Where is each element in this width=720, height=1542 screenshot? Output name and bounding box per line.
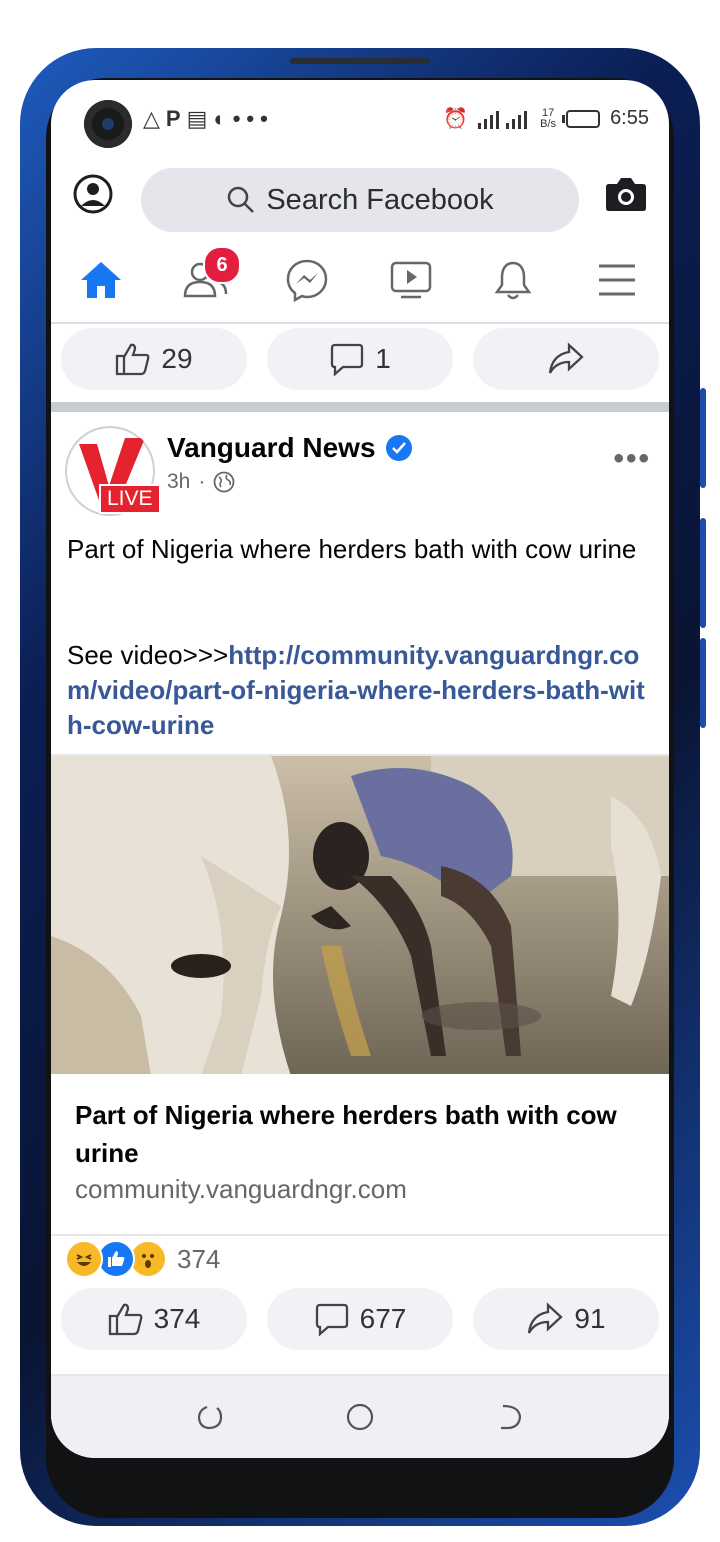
thumbs-up-icon [108,1303,143,1336]
like-count: 29 [161,343,193,374]
post-like-button[interactable]: 374 [61,1288,247,1350]
reaction-count: 374 [177,1243,221,1274]
alarm-icon: ⏰ [443,108,469,130]
friends-badge: 6 [203,246,241,284]
share-icon [528,1302,564,1334]
post-comment-count: 677 [359,1303,407,1334]
tab-notifications[interactable] [483,250,543,310]
comment-button[interactable]: 1 [267,328,453,390]
comment-icon [315,1303,348,1336]
globe-icon [213,471,235,493]
warning-icon: △ [143,106,166,131]
volume-button [700,518,706,628]
link-card-title[interactable]: Part of Nigeria where herders bath with … [75,1096,655,1172]
share-icon [548,342,584,374]
more-notifications-icon: ••• [232,106,274,131]
p-app-icon: P [165,106,187,131]
haha-icon [65,1240,103,1278]
status-bar: △P▤◐••• ⏰ 17 B/s 6:55 [51,80,669,164]
link-preview-card[interactable]: Part of Nigeria where herders bath with … [51,1074,669,1236]
tab-friends[interactable]: 6 [175,246,241,310]
see-video-prefix: See video>>> [67,640,229,670]
meta-separator: · [198,470,206,493]
tab-home[interactable] [71,250,131,310]
feed-divider [51,402,669,412]
reactions-summary[interactable]: 374 [65,1240,220,1278]
earpiece-speaker [290,58,430,64]
post-like-count: 374 [153,1303,201,1334]
back-icon[interactable] [495,1402,525,1432]
profile-icon[interactable] [73,174,113,214]
front-camera [84,100,132,148]
signal-icon [478,110,528,129]
recent-apps-icon[interactable] [195,1402,225,1432]
more-options-icon[interactable]: ••• [613,442,651,476]
search-placeholder: Search Facebook [266,183,494,216]
post-share-button[interactable]: 91 [473,1288,659,1350]
tab-messenger[interactable] [277,250,337,310]
tab-bar: 6 [51,242,669,324]
status-right: ⏰ 17 B/s 6:55 [443,106,649,131]
video-thumbnail-image [51,756,669,1076]
camera-icon[interactable] [605,176,647,212]
net-speed: 17 B/s [540,106,557,130]
post-video-thumbnail[interactable] [51,754,669,1076]
menu-icon [599,264,635,296]
post-time[interactable]: 3h [167,470,190,494]
comment-icon [331,343,364,376]
author-name[interactable]: Vanguard News [167,432,376,464]
like-button[interactable]: 29 [61,328,247,390]
post-comment-button[interactable]: 677 [267,1288,453,1350]
live-badge: LIVE [99,484,161,514]
post-author[interactable]: Vanguard News [167,432,412,464]
battery-icon [562,109,601,128]
home-button-icon[interactable] [345,1402,375,1432]
link-card-domain: community.vanguardngr.com [75,1174,407,1204]
system-nav-bar [51,1374,669,1458]
power-button [700,638,706,728]
volume-button [700,388,706,488]
net-speed-value: 17 [541,106,555,119]
post-text-link-line: See video>>>http://community.vanguardngr… [67,638,657,743]
screen: △P▤◐••• ⏰ 17 B/s 6:55 Search Facebook 6 … [51,80,669,1458]
search-icon [228,186,255,213]
app-icon: ◐ [213,106,233,131]
post-meta: 3h · [167,470,235,494]
verified-icon [385,435,412,461]
app-header: Search Facebook [51,164,669,242]
tab-watch[interactable] [381,250,441,310]
post-text: Part of Nigeria where herders bath with … [67,534,637,564]
watch-icon [390,261,432,299]
post-share-count: 91 [574,1303,606,1334]
clock: 6:55 [610,107,649,129]
share-button[interactable] [473,328,659,390]
tab-menu[interactable] [587,250,647,310]
search-bar[interactable]: Search Facebook [141,168,579,232]
net-speed-unit: B/s [540,117,557,130]
bell-icon [494,261,532,300]
messenger-icon [286,259,328,302]
news-icon: ▤ [186,106,214,131]
home-icon [81,262,121,298]
comment-count: 1 [375,343,391,374]
thumbs-up-icon [116,343,150,376]
notification-icons: △P▤◐••• [143,106,274,132]
